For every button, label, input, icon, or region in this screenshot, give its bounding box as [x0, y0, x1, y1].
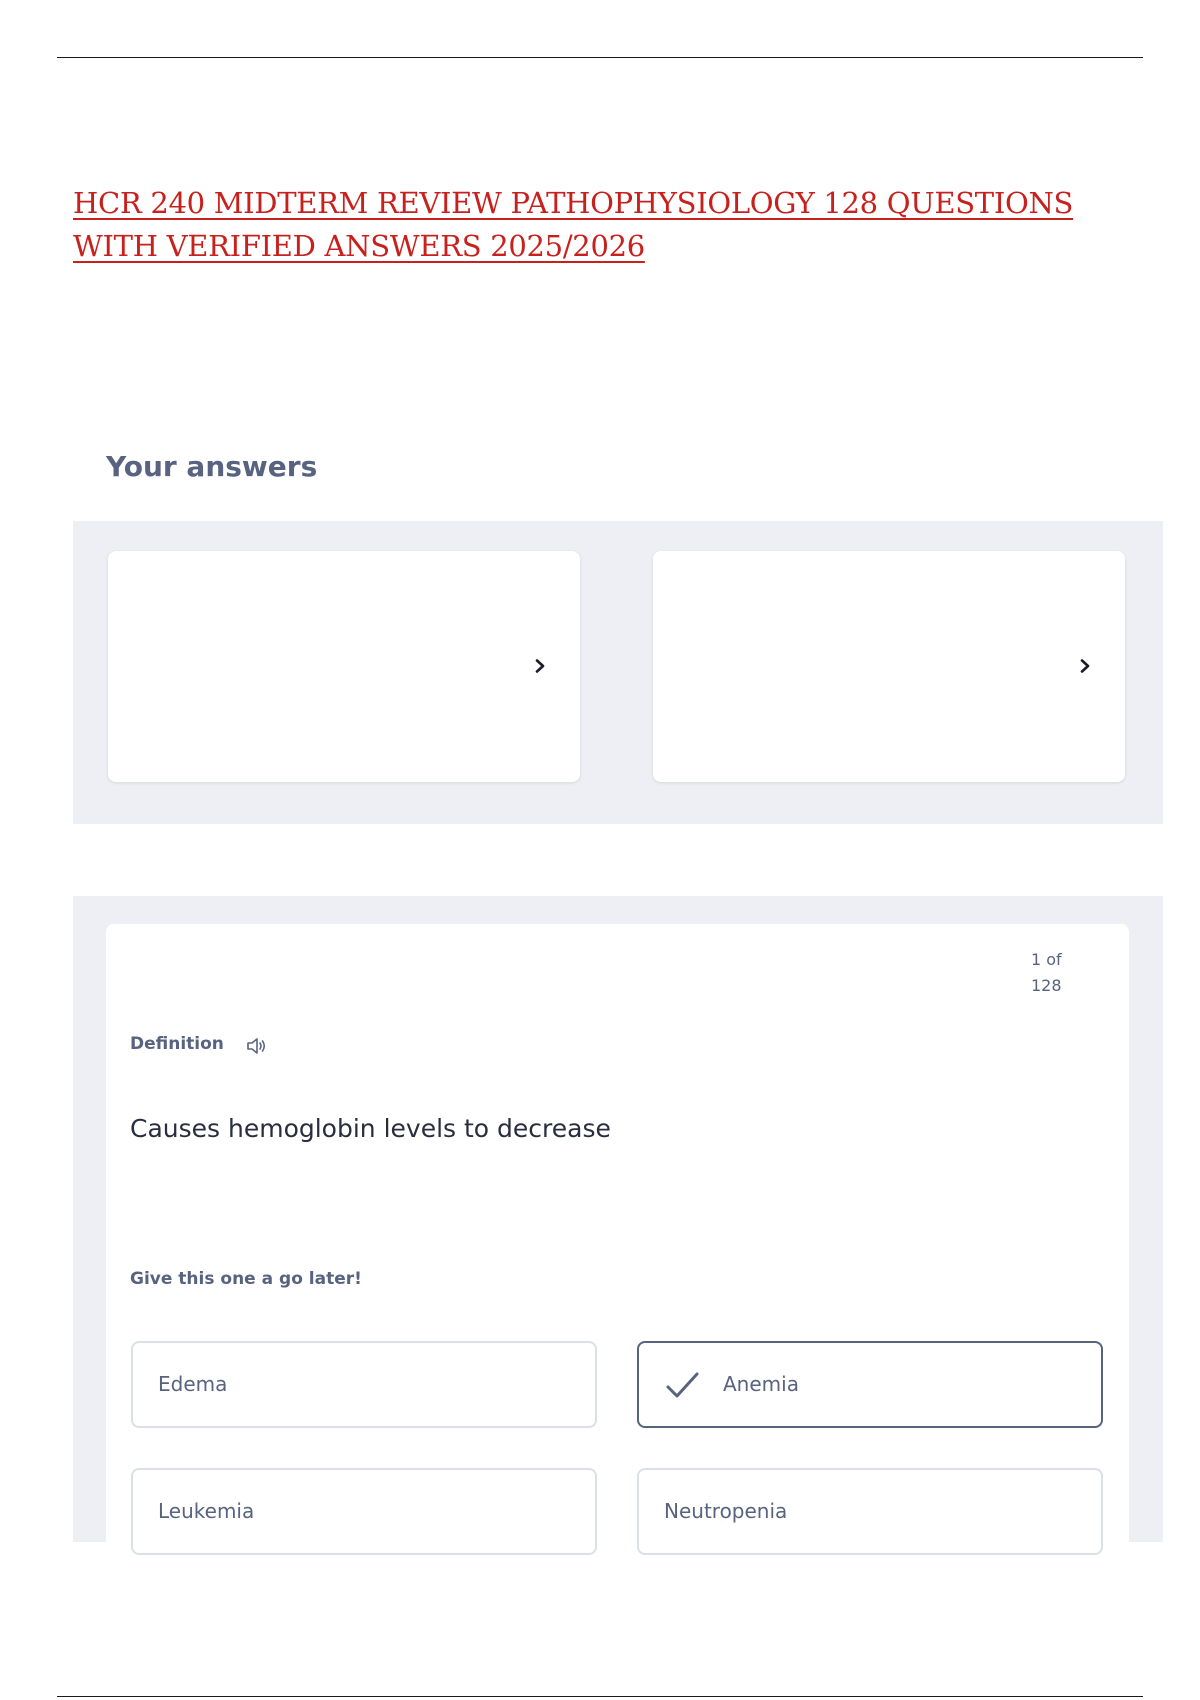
option-anemia[interactable]: Anemia: [637, 1341, 1103, 1428]
option-label: Edema: [158, 1372, 228, 1396]
option-neutropenia[interactable]: Neutropenia: [637, 1468, 1103, 1555]
title-line-1: HCR 240 MIDTERM REVIEW PATHOPHYSIOLOGY 1…: [73, 186, 1074, 220]
chevron-right-icon: [535, 659, 545, 673]
question-panel: 1 of 128 Definition Causes hemoglobin le…: [73, 896, 1163, 1555]
answers-panel: [73, 521, 1163, 824]
answer-card-1[interactable]: [108, 551, 580, 782]
answer-card-2[interactable]: [653, 551, 1125, 782]
option-edema[interactable]: Edema: [131, 1341, 597, 1428]
header-rule: [57, 57, 1143, 58]
option-label: Neutropenia: [664, 1499, 788, 1523]
counter-total: 128: [1031, 976, 1062, 995]
question-prompt: Causes hemoglobin levels to decrease: [130, 1114, 611, 1143]
option-label: Anemia: [723, 1372, 799, 1396]
checkmark-icon: [666, 1372, 699, 1398]
chevron-right-icon: [1080, 659, 1090, 673]
option-label: Leukemia: [158, 1499, 255, 1523]
option-leukemia[interactable]: Leukemia: [131, 1468, 597, 1555]
question-card: 1 of 128 Definition Causes hemoglobin le…: [106, 924, 1129, 1555]
speaker-icon[interactable]: [246, 1036, 268, 1056]
title-line-2: WITH VERIFIED ANSWERS 2025/2026: [73, 229, 645, 263]
question-counter: 1 of 128: [1031, 947, 1071, 999]
footer-rule: [57, 1696, 1143, 1697]
document-title: HCR 240 MIDTERM REVIEW PATHOPHYSIOLOGY 1…: [73, 182, 1133, 268]
definition-label: Definition: [130, 1034, 224, 1054]
your-answers-heading: Your answers: [106, 450, 318, 483]
counter-current: 1 of: [1031, 950, 1062, 969]
skip-later-link[interactable]: Give this one a go later!: [130, 1269, 362, 1289]
